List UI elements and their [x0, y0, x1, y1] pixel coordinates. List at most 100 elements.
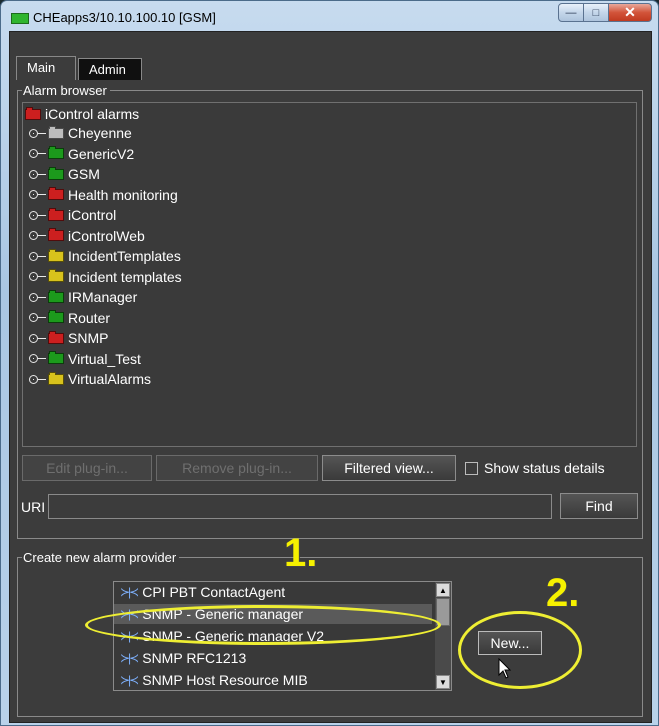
tree-item[interactable]: VirtualAlarms — [23, 369, 182, 390]
scroll-up-icon[interactable]: ▲ — [436, 583, 450, 597]
expand-toggle-icon[interactable] — [29, 354, 38, 364]
tree-item-label: Router — [68, 309, 111, 326]
provider-item-label: CPI PBT ContactAgent — [142, 584, 286, 600]
folder-icon — [48, 166, 64, 180]
expand-toggle-icon[interactable] — [29, 272, 38, 282]
expand-toggle-icon[interactable] — [29, 169, 38, 179]
tree-connector — [38, 173, 46, 175]
find-button[interactable]: Find — [560, 493, 638, 519]
show-status-details-label: Show status details — [484, 460, 605, 476]
tree-item-label: GSM — [68, 166, 100, 183]
plugin-icon: ≻|≺ — [120, 673, 139, 687]
tree-item[interactable]: Health monitoring — [23, 185, 182, 206]
alarm-browser-title: Alarm browser — [22, 83, 110, 98]
tree-connector — [38, 153, 46, 155]
folder-open-icon — [25, 106, 41, 120]
tree-list: Cheyenne GenericV2 GSM Health monitoring iCo… — [23, 123, 182, 390]
tree-item[interactable]: iControlWeb — [23, 226, 182, 247]
folder-icon — [48, 207, 64, 221]
plugin-icon: ≻|≺ — [120, 651, 139, 665]
remove-plugin-button[interactable]: Remove plug-in... — [156, 455, 318, 481]
scroll-down-icon[interactable]: ▼ — [436, 675, 450, 689]
tree-connector — [38, 214, 46, 216]
tree-connector — [38, 276, 46, 278]
annotation-ellipse-2 — [458, 611, 582, 689]
tree-item[interactable]: iControl — [23, 205, 182, 226]
folder-icon — [48, 289, 64, 303]
tree-root[interactable]: iControl alarms — [25, 105, 139, 123]
maximize-button[interactable]: □ — [583, 3, 609, 22]
tree-item[interactable]: Cheyenne — [23, 123, 182, 144]
folder-icon — [48, 248, 64, 262]
tree-item-label: IRManager — [68, 289, 138, 306]
expand-toggle-icon[interactable] — [29, 313, 38, 323]
application-window: CHEapps3/10.10.100.10 [GSM] — □ ✕ Main A… — [0, 0, 659, 726]
annotation-ellipse-1 — [85, 605, 441, 645]
filtered-view-button[interactable]: Filtered view... — [322, 455, 456, 481]
minimize-button[interactable]: — — [558, 3, 584, 22]
expand-toggle-icon[interactable] — [29, 231, 38, 241]
expand-toggle-icon[interactable] — [29, 190, 38, 200]
create-provider-title: Create new alarm provider — [22, 550, 180, 565]
tree-connector — [38, 194, 46, 196]
folder-icon — [48, 146, 64, 160]
folder-icon — [48, 187, 64, 201]
mouse-cursor-icon — [498, 658, 512, 679]
tree-item[interactable]: GSM — [23, 164, 182, 185]
tree-connector — [38, 378, 46, 380]
expand-toggle-icon[interactable] — [29, 292, 38, 302]
tree-item-label: IncidentTemplates — [68, 248, 181, 265]
folder-icon — [48, 125, 64, 139]
tree-item-label: Virtual_Test — [68, 350, 141, 367]
expand-toggle-icon[interactable] — [29, 251, 38, 261]
provider-item-label: SNMP Host Resource MIB — [142, 672, 308, 688]
tree-item[interactable]: SNMP — [23, 328, 182, 349]
expand-toggle-icon[interactable] — [29, 210, 38, 220]
provider-item[interactable]: ≻|≺ SNMP RFC1213 — [120, 648, 246, 668]
alarm-browser-panel: Alarm browser iControl alarms Cheyenne Ge… — [17, 83, 643, 539]
folder-icon — [48, 330, 64, 344]
plugin-icon: ≻|≺ — [120, 585, 139, 599]
tree-connector — [38, 358, 46, 360]
tree-item[interactable]: Router — [23, 308, 182, 329]
expand-toggle-icon[interactable] — [29, 149, 38, 159]
title-bar[interactable]: CHEapps3/10.10.100.10 [GSM] — □ ✕ — [1, 1, 658, 35]
tree-connector — [38, 296, 46, 298]
tree-item[interactable]: IncidentTemplates — [23, 246, 182, 267]
tree-item[interactable]: GenericV2 — [23, 144, 182, 165]
provider-list-scrollbar[interactable]: ▲ ▼ — [435, 582, 451, 690]
tab-admin[interactable]: Admin — [78, 58, 142, 80]
edit-plugin-button[interactable]: Edit plug-in... — [22, 455, 152, 481]
provider-item[interactable]: ≻|≺ CPI PBT ContactAgent — [120, 582, 285, 602]
tab-main[interactable]: Main — [16, 56, 76, 80]
folder-icon — [48, 310, 64, 324]
show-status-details-checkbox[interactable] — [465, 462, 478, 475]
tree-item[interactable]: Incident templates — [23, 267, 182, 288]
tree-root-label: iControl alarms — [45, 106, 140, 122]
uri-label: URI — [21, 499, 46, 515]
tree-item-label: iControl — [68, 207, 117, 224]
tree-item[interactable]: IRManager — [23, 287, 182, 308]
caption-buttons: — □ ✕ — [558, 3, 652, 23]
folder-icon — [48, 371, 64, 385]
tree-item-label: GenericV2 — [68, 145, 135, 162]
tree-item-label: VirtualAlarms — [68, 371, 151, 388]
tree-connector — [38, 255, 46, 257]
folder-icon — [48, 228, 64, 242]
tree-item-label: iControlWeb — [68, 227, 145, 244]
tree-item[interactable]: Virtual_Test — [23, 349, 182, 370]
folder-icon — [48, 351, 64, 365]
tree-item-label: Incident templates — [68, 268, 182, 285]
annotation-step-1: 1. — [284, 531, 318, 575]
tree-item-label: Cheyenne — [68, 125, 132, 142]
app-icon — [11, 13, 29, 24]
provider-item[interactable]: ≻|≺ SNMP Host Resource MIB — [120, 670, 308, 690]
expand-toggle-icon[interactable] — [29, 333, 38, 343]
uri-input[interactable] — [48, 494, 552, 519]
expand-toggle-icon[interactable] — [29, 128, 38, 138]
close-button[interactable]: ✕ — [608, 3, 652, 22]
alarm-tree[interactable]: iControl alarms Cheyenne GenericV2 GSM Heal… — [22, 102, 637, 447]
tree-item-label: SNMP — [68, 330, 109, 347]
provider-item-label: SNMP RFC1213 — [142, 650, 247, 666]
expand-toggle-icon[interactable] — [29, 374, 38, 384]
